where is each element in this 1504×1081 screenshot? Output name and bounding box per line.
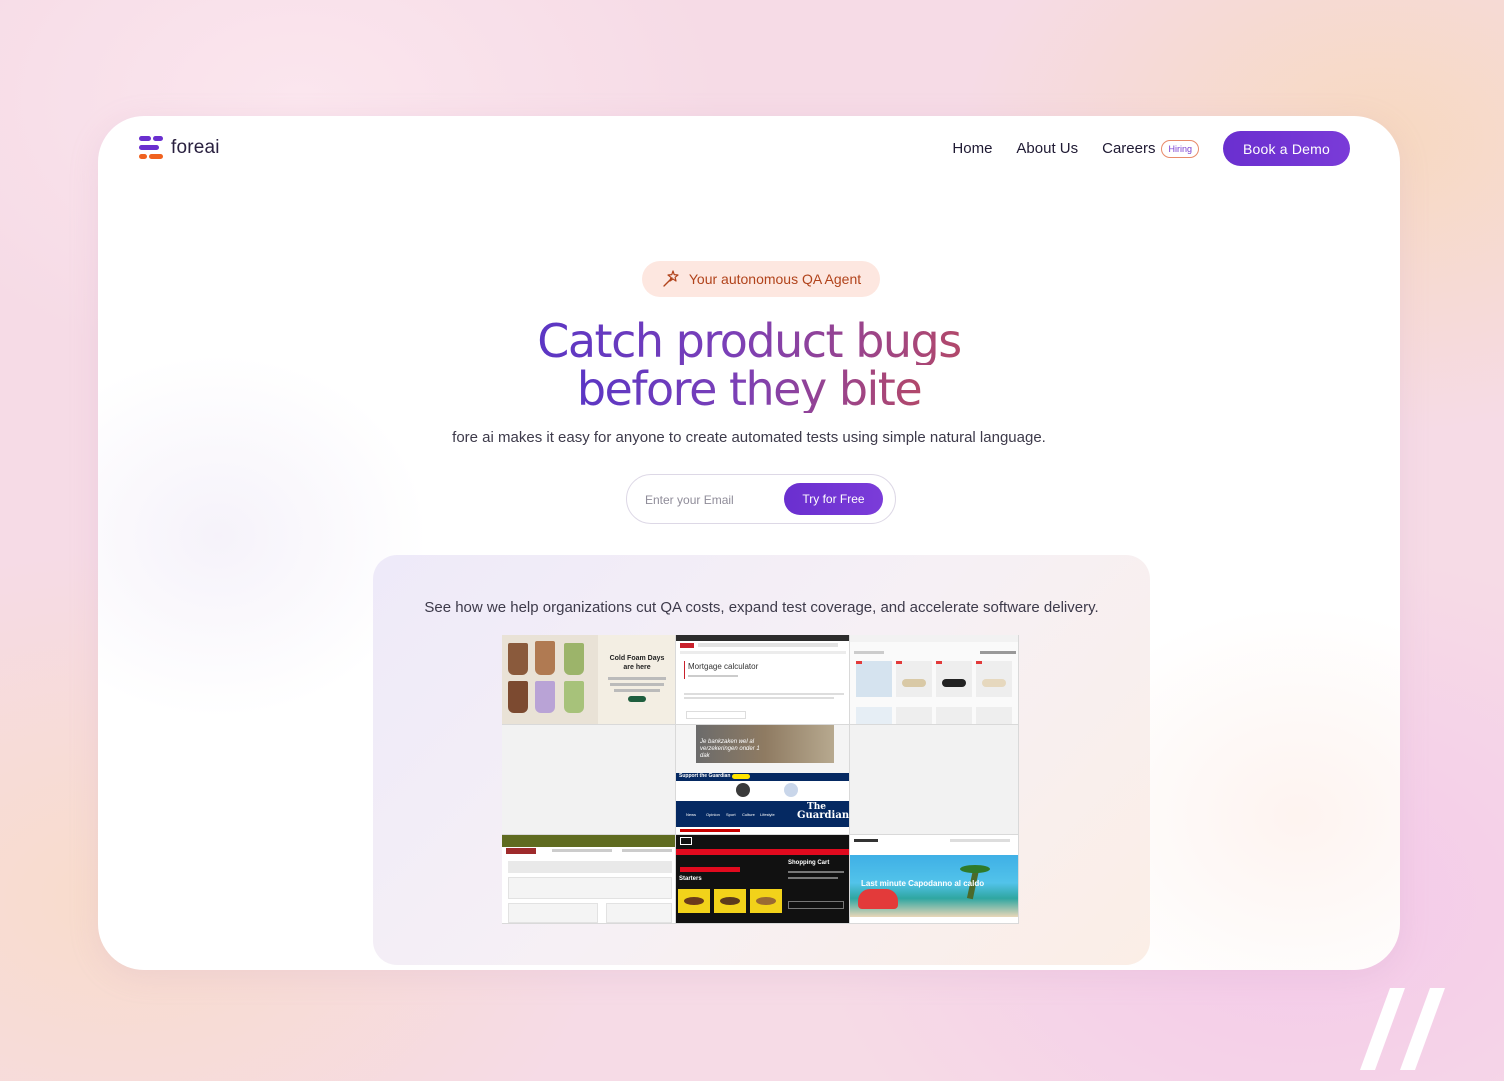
logo-text: foreai <box>171 137 220 158</box>
tile-shoe-store <box>850 635 1019 725</box>
nav-home-link[interactable]: Home <box>952 140 992 157</box>
hero-headline: Catch product bugs before they bite <box>98 317 1400 413</box>
top-nav: Home About Us Careers Hiring Book a Demo <box>952 131 1350 166</box>
tile-travel: Last minute Capodanno al caldo <box>850 835 1019 924</box>
email-input[interactable] <box>645 489 775 511</box>
tile-mortgage-calculator: Mortgage calculator <box>676 635 850 725</box>
nav-careers[interactable]: Careers Hiring <box>1102 139 1199 158</box>
cart-title: Shopping Cart <box>788 860 830 866</box>
signup-form: Try for Free <box>626 474 896 524</box>
guardian-logo-line-2: Guardian <box>797 810 850 821</box>
main-card: foreai Home About Us Careers Hiring Book… <box>98 116 1400 970</box>
tagline-text: Your autonomous QA Agent <box>688 271 862 287</box>
food-section-title: Starters <box>679 876 702 882</box>
showcase-panel: See how we help organizations cut QA cos… <box>373 555 1150 965</box>
try-for-free-button[interactable]: Try for Free <box>784 483 883 515</box>
guardian-nav-opinion: Opinion <box>706 812 720 817</box>
bank-text: Je bankzaken wel al verzekeringen onder … <box>700 739 760 759</box>
travel-banner-text: Last minute Capodanno al caldo <box>861 879 985 888</box>
guardian-nav-culture: Culture <box>742 812 755 817</box>
nav-careers-link[interactable]: Careers <box>1102 140 1155 157</box>
logo[interactable]: foreai <box>139 135 220 161</box>
magic-wand-icon <box>663 270 679 287</box>
coffee-title: Cold Foam Days <box>609 655 665 662</box>
hiring-badge: Hiring <box>1161 139 1199 158</box>
guardian-nav-news: News <box>686 812 697 817</box>
nav-about-link[interactable]: About Us <box>1016 140 1078 157</box>
guardian-support-text: Support the Guardian <box>679 773 731 779</box>
guardian-nav-lifestyle: Lifestyle <box>760 812 775 817</box>
mortgage-title: Mortgage calculator <box>688 662 759 671</box>
tile-coffee-promo: Cold Foam Days are here <box>502 635 676 725</box>
tile-form-app <box>502 835 676 924</box>
tile-bank-guardian: Je bankzaken wel al verzekeringen onder … <box>676 725 850 835</box>
guardian-nav-sport: Sport <box>726 812 736 817</box>
showcase-caption: See how we help organizations cut QA cos… <box>424 599 1099 616</box>
coffee-subtitle: are here <box>623 664 651 671</box>
slashes-logo-icon <box>1360 988 1445 1070</box>
hero-subtitle: fore ai makes it easy for anyone to crea… <box>452 429 1046 446</box>
headline-line-1: Catch product bugs <box>537 314 962 368</box>
headline-line-2: before they bite <box>576 362 923 416</box>
logo-icon <box>139 135 165 161</box>
tile-blank-right <box>850 725 1019 835</box>
book-demo-button[interactable]: Book a Demo <box>1223 131 1350 166</box>
tile-food-delivery: Starters Shopping Cart <box>676 835 850 924</box>
tile-blank-left <box>502 725 676 835</box>
screenshot-grid: Cold Foam Days are here Mortgage calcula… <box>502 635 1019 924</box>
tagline-pill: Your autonomous QA Agent <box>642 261 880 297</box>
